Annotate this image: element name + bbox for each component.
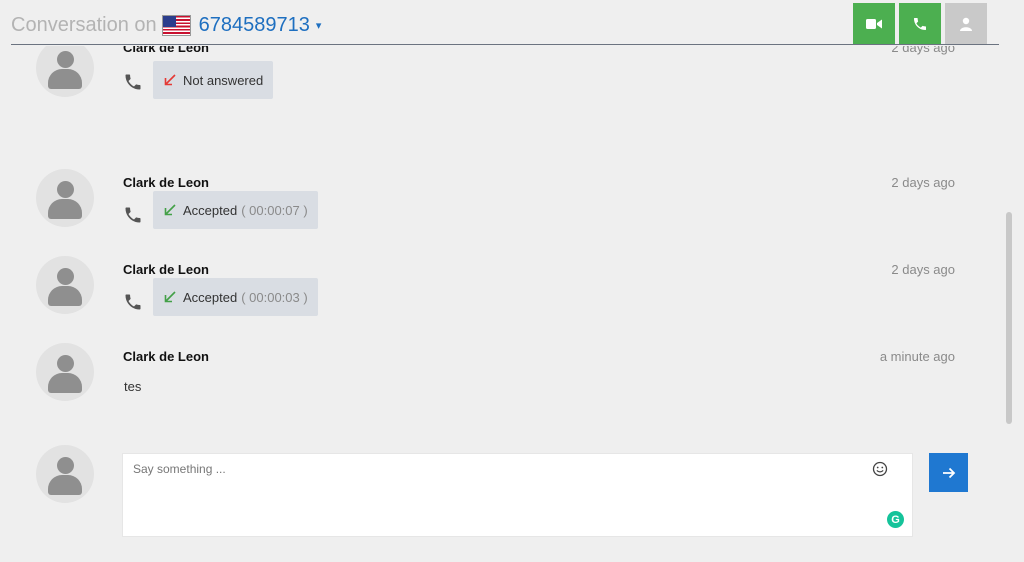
message-text: tes [124,379,142,394]
phone-icon [125,74,141,90]
phone-icon [125,294,141,310]
call-status: Not answered [153,61,274,99]
message-item: Clark de Leon 2 days ago Not answered [0,46,1000,126]
call-status: Accepted ( 00:00:03 ) [153,278,318,316]
incoming-call-arrow-icon [164,291,176,303]
message-item: Clark de Leon 2 days ago Accepted ( 00:0… [0,256,1000,349]
message-time: a minute ago [879,349,955,364]
conversation-header: Conversation on 6784589713 ▾ [11,0,999,45]
avatar [36,343,94,401]
grammarly-icon[interactable]: G [887,511,904,528]
message-time: 2 days ago [891,175,955,190]
call-duration: ( 00:00:03 ) [241,289,308,305]
send-button[interactable] [929,453,968,492]
sender-name: Clark de Leon [123,175,209,190]
video-camera-icon [866,18,882,29]
message-composer: G [122,453,913,537]
sender-name: Clark de Leon [123,349,209,364]
call-status-label: Accepted [183,289,238,305]
conversation-title: Conversation on 6784589713 ▾ [11,14,321,37]
video-call-button[interactable] [853,3,895,44]
scrollbar-thumb[interactable] [1006,212,1012,424]
contact-button[interactable] [945,3,987,44]
message-list[interactable]: Clark de Leon 2 days ago Not answered Cl… [0,46,1010,432]
incoming-call-arrow-icon [164,204,176,216]
call-status: Accepted ( 00:00:07 ) [153,191,318,229]
missed-call-arrow-icon [164,74,176,86]
title-prefix: Conversation on [11,14,157,36]
my-avatar [36,445,94,503]
avatar [36,256,94,314]
call-status-label: Accepted [183,202,238,218]
avatar [36,169,94,227]
message-item: Clark de Leon 2 days ago Accepted ( 00:0… [0,169,1000,262]
avatar [36,46,94,97]
smiley-icon[interactable] [872,461,888,477]
phone-icon [125,207,141,223]
message-input[interactable] [123,454,912,536]
call-status-label: Not answered [183,72,264,88]
sender-name: Clark de Leon [123,46,209,55]
scrollbar[interactable] [1003,92,1013,428]
user-icon [960,17,972,31]
voice-call-button[interactable] [899,3,941,44]
message-time: 2 days ago [891,46,955,55]
phone-icon [914,17,926,30]
us-flag-icon [161,15,191,36]
message-time: 2 days ago [891,262,955,277]
sender-name: Clark de Leon [123,262,209,277]
arrow-right-icon [942,467,955,478]
call-duration: ( 00:00:07 ) [241,202,308,218]
phone-number-selector[interactable]: 6784589713 [199,14,310,37]
message-item: Clark de Leon a minute ago tes [0,343,1000,432]
chevron-down-icon[interactable]: ▾ [316,19,322,32]
